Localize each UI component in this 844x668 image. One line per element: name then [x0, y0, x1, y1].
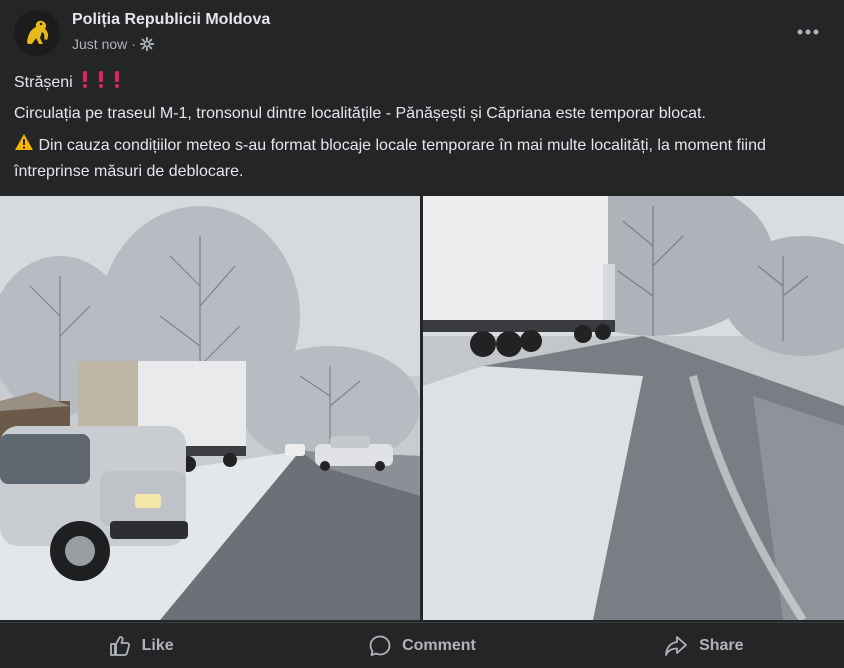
like-button[interactable]: Like [0, 623, 281, 668]
post-header: Poliția Republicii Moldova Just now · [0, 0, 844, 64]
like-label: Like [141, 636, 174, 654]
warning-text: Din cauza condițiilor meteo s-au format … [14, 137, 766, 180]
comment-bubble-icon [369, 635, 391, 656]
more-options-button[interactable] [794, 18, 822, 46]
share-label: Share [699, 636, 744, 654]
comment-label: Comment [402, 636, 476, 654]
exclamation-mark-icon [77, 69, 125, 97]
comment-button[interactable]: Comment [281, 623, 562, 668]
timestamp-link[interactable]: Just now [72, 36, 127, 52]
post-actions-bar: Like Comment Share [0, 622, 844, 668]
meta-separator: · [131, 36, 136, 52]
lion-logo-icon [14, 10, 60, 56]
gear-icon[interactable] [139, 37, 154, 51]
post-text-line-1: Strășeni [14, 69, 829, 97]
post-text-line-3: Din cauza condițiilor meteo s-au format … [14, 133, 829, 184]
photo-left[interactable] [0, 196, 420, 620]
more-dots-icon [797, 29, 819, 35]
share-arrow-icon [665, 635, 687, 656]
snowy-road-truck-photo [423, 196, 844, 620]
photo-grid [0, 196, 844, 620]
page-name-link[interactable]: Poliția Republicii Moldova [72, 11, 270, 29]
photo-right[interactable] [423, 196, 844, 620]
thumbs-up-icon [109, 635, 130, 656]
post-meta: Just now · [72, 36, 154, 52]
snowy-road-truck-car-photo [0, 196, 420, 620]
post-text-line-2: Circulația pe traseul M-1, tronsonul din… [14, 105, 706, 122]
share-button[interactable]: Share [563, 623, 844, 668]
page-avatar[interactable] [14, 10, 60, 56]
warning-icon [14, 133, 34, 159]
location-text: Strășeni [14, 74, 73, 92]
